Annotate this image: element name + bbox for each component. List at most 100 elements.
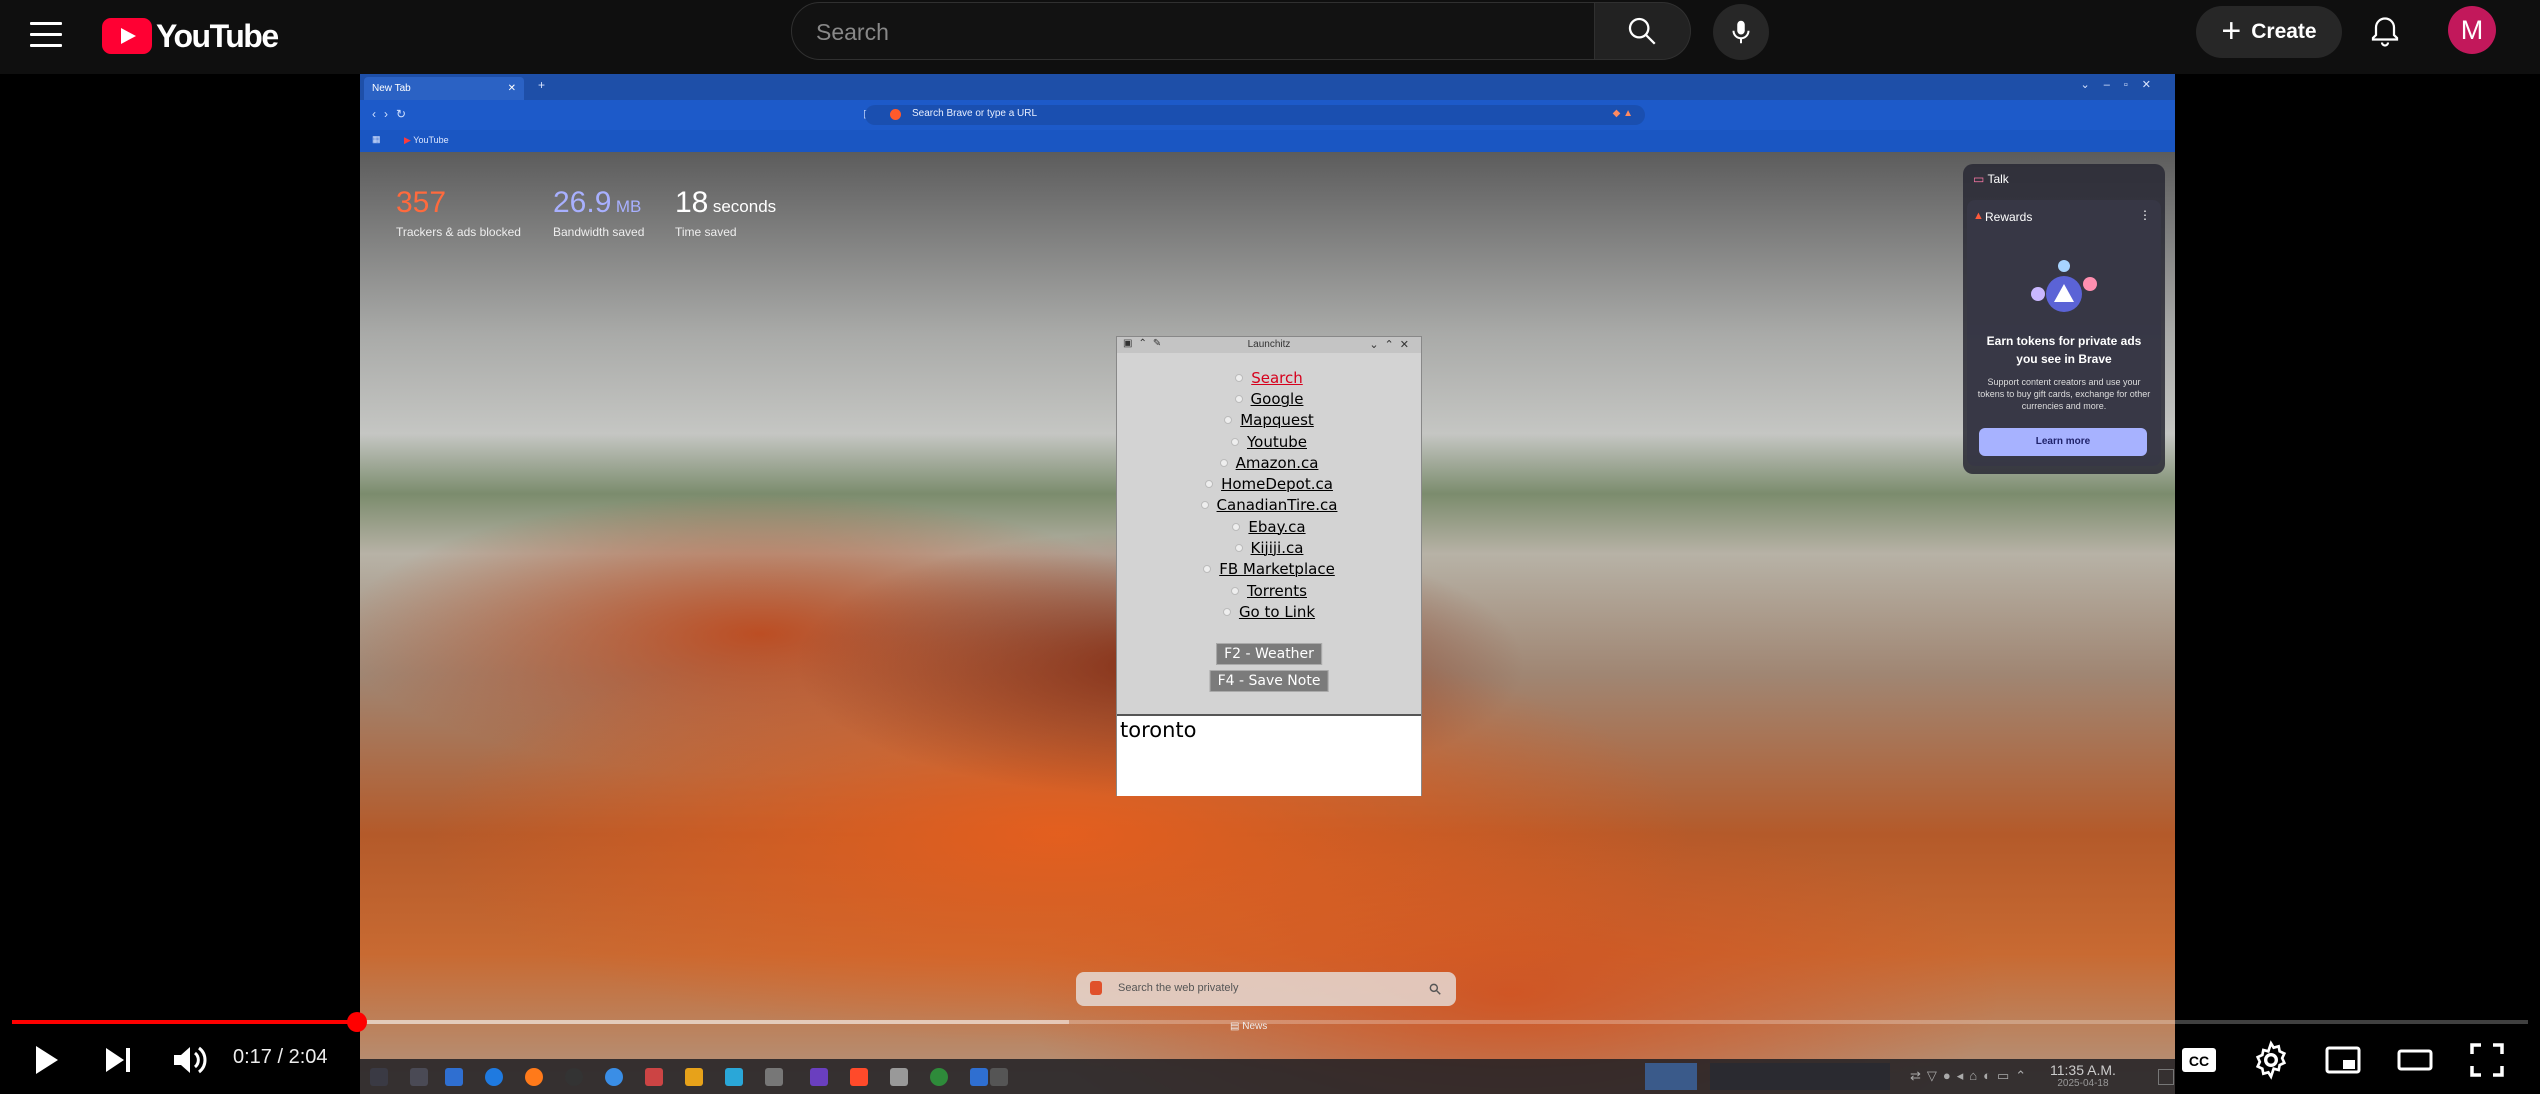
volume-icon[interactable] xyxy=(170,1040,210,1080)
browser-tab[interactable]: New Tab ✕ xyxy=(364,77,524,100)
taskbar-app-icon[interactable] xyxy=(765,1068,783,1086)
search-button[interactable] xyxy=(1595,2,1691,60)
radio-icon[interactable] xyxy=(1234,544,1243,553)
fullscreen-icon[interactable] xyxy=(2467,1040,2507,1080)
launchitz-titlebar[interactable]: ▣⌃✎ Launchitz ⌄⌃✕ xyxy=(1117,337,1421,353)
bookmark-label: YouTube xyxy=(413,135,449,145)
radio-icon[interactable] xyxy=(1232,522,1241,531)
search-placeholder: Search xyxy=(816,19,889,45)
private-search-box[interactable]: Search the web privately xyxy=(1076,972,1456,1006)
menu-icon[interactable] xyxy=(30,22,62,48)
os-taskbar: ⇄▽●◂⌂◐▭⌃ 11:35 A.M. 2025-04-18 xyxy=(360,1059,2175,1094)
browser-icon[interactable] xyxy=(485,1068,503,1086)
firefox-icon[interactable] xyxy=(525,1068,543,1086)
radio-icon[interactable] xyxy=(1231,586,1240,595)
stat-bandwidth: 26.9 MB Bandwidth saved xyxy=(553,186,644,239)
talk-widget[interactable]: ▭ Talk xyxy=(1973,172,2009,186)
search-icon xyxy=(1628,17,1656,45)
launch-option[interactable]: Kijiji.ca xyxy=(1117,537,1421,558)
brave-icon[interactable] xyxy=(850,1068,868,1086)
taskbar-app-icon[interactable] xyxy=(685,1068,703,1086)
launch-option-label: FB Marketplace xyxy=(1219,560,1335,579)
launch-option[interactable]: FB Marketplace xyxy=(1117,559,1421,580)
voice-search-button[interactable] xyxy=(1713,4,1769,60)
show-desktop-icon[interactable] xyxy=(2158,1069,2174,1085)
radio-icon[interactable] xyxy=(1222,607,1231,616)
taskbar-app-icon[interactable] xyxy=(930,1068,948,1086)
bookmark-youtube[interactable]: ▶ YouTube xyxy=(404,135,449,146)
launch-option-label: Mapquest xyxy=(1240,411,1314,430)
radio-icon[interactable] xyxy=(1231,437,1239,446)
video-player[interactable]: New Tab ✕ + ⌄–▫✕ ‹›↻ ▯ Search Brave or ty… xyxy=(360,74,2175,1094)
next-video-icon[interactable] xyxy=(100,1040,136,1080)
taskbar-app-icon[interactable] xyxy=(565,1068,583,1086)
save-note-button[interactable]: F4 - Save Note xyxy=(1209,670,1329,692)
more-options-icon[interactable]: ⋮ xyxy=(2139,208,2151,222)
radio-icon[interactable] xyxy=(1235,373,1244,382)
radio-icon[interactable] xyxy=(1224,416,1233,425)
launch-option[interactable]: Amazon.ca xyxy=(1117,452,1421,473)
scrubber-handle[interactable] xyxy=(346,1012,367,1032)
weather-button[interactable]: F2 - Weather xyxy=(1216,643,1322,665)
miniplayer-icon[interactable] xyxy=(2323,1040,2363,1080)
telegram-icon[interactable] xyxy=(725,1068,743,1086)
brave-shields-icon[interactable]: ◆ ▲ xyxy=(1613,108,1633,119)
radio-icon[interactable] xyxy=(1200,501,1209,510)
learn-more-button[interactable]: Learn more xyxy=(1979,428,2147,456)
bookmarks-bar: ▦ ▶ YouTube xyxy=(360,130,2175,152)
launch-option[interactable]: Search xyxy=(1117,367,1421,388)
private-search-placeholder: Search the web privately xyxy=(1118,982,1239,994)
taskbar-app-icon[interactable] xyxy=(810,1068,828,1086)
play-icon[interactable] xyxy=(28,1040,64,1080)
launch-option[interactable]: Ebay.ca xyxy=(1117,516,1421,537)
play-logo-icon xyxy=(102,18,152,54)
launchitz-window: ▣⌃✎ Launchitz ⌄⌃✕ Search Google Mapquest Yo… xyxy=(1116,336,1422,796)
file-manager-icon[interactable] xyxy=(445,1068,463,1086)
taskbar-app-icon[interactable] xyxy=(970,1068,988,1086)
launch-option[interactable]: Torrents xyxy=(1117,580,1421,601)
globe-icon[interactable] xyxy=(605,1068,623,1086)
browser-toolbar: ‹›↻ ▯ Search Brave or type a URL ◆ ▲ ●◆▣… xyxy=(360,100,2175,147)
new-tab-icon[interactable]: + xyxy=(538,78,545,92)
workspace-1[interactable] xyxy=(1645,1063,1697,1090)
launch-option-label: Google xyxy=(1250,389,1304,408)
launch-option-label: Torrents xyxy=(1247,581,1307,600)
launch-option[interactable]: Mapquest xyxy=(1117,410,1421,431)
search-input[interactable]: Search xyxy=(791,2,1595,60)
taskbar-app-icon[interactable] xyxy=(990,1068,1008,1086)
address-bar[interactable]: Search Brave or type a URL ◆ ▲ xyxy=(865,105,1645,125)
settings-gear-icon[interactable] xyxy=(2251,1040,2291,1080)
rewards-illustration-icon xyxy=(2031,260,2097,312)
taskbar-app-icon[interactable] xyxy=(410,1068,428,1086)
workspace-switcher[interactable] xyxy=(1710,1063,1890,1090)
launchitz-icon[interactable] xyxy=(890,1068,908,1086)
window-controls-icon[interactable]: ⌄–▫✕ xyxy=(2081,78,2165,91)
microphone-icon xyxy=(1732,20,1750,44)
search-options-list: Search Google Mapquest Youtube Amazon.ca Home… xyxy=(1117,367,1421,623)
close-tab-icon[interactable]: ✕ xyxy=(508,77,516,100)
youtube-logo[interactable]: YouTube xyxy=(102,17,279,55)
radio-icon[interactable] xyxy=(1203,565,1212,574)
launch-option[interactable]: Go to Link xyxy=(1117,601,1421,622)
avatar[interactable]: M xyxy=(2448,6,2496,54)
taskbar-clock[interactable]: 11:35 A.M. 2025-04-18 xyxy=(2050,1063,2116,1091)
create-button[interactable]: + Create xyxy=(2196,6,2342,58)
launch-option[interactable]: HomeDepot.ca xyxy=(1117,473,1421,494)
launch-option[interactable]: Youtube xyxy=(1117,431,1421,452)
apps-grid-icon[interactable]: ▦ xyxy=(372,134,381,145)
launch-option[interactable]: CanadianTire.ca xyxy=(1117,495,1421,516)
launch-option[interactable]: Google xyxy=(1117,388,1421,409)
app-launcher-icon[interactable] xyxy=(370,1068,388,1086)
captions-icon[interactable]: CC xyxy=(2179,1040,2219,1080)
system-tray-icons[interactable]: ⇄▽●◂⌂◐▭⌃ xyxy=(1910,1068,2032,1084)
radio-icon[interactable] xyxy=(1205,480,1214,489)
window-controls-icon[interactable]: ⌄⌃✕ xyxy=(1369,338,1415,351)
stat-value: 357 xyxy=(396,186,447,219)
browser-nav-icons[interactable]: ‹›↻ xyxy=(372,107,414,121)
radio-icon[interactable] xyxy=(1234,394,1243,403)
query-text-field[interactable]: toronto xyxy=(1117,714,1421,796)
theater-mode-icon[interactable] xyxy=(2395,1040,2435,1080)
notifications-bell-icon[interactable] xyxy=(2367,12,2403,52)
radio-icon[interactable] xyxy=(1219,458,1228,467)
taskbar-app-icon[interactable] xyxy=(645,1068,663,1086)
